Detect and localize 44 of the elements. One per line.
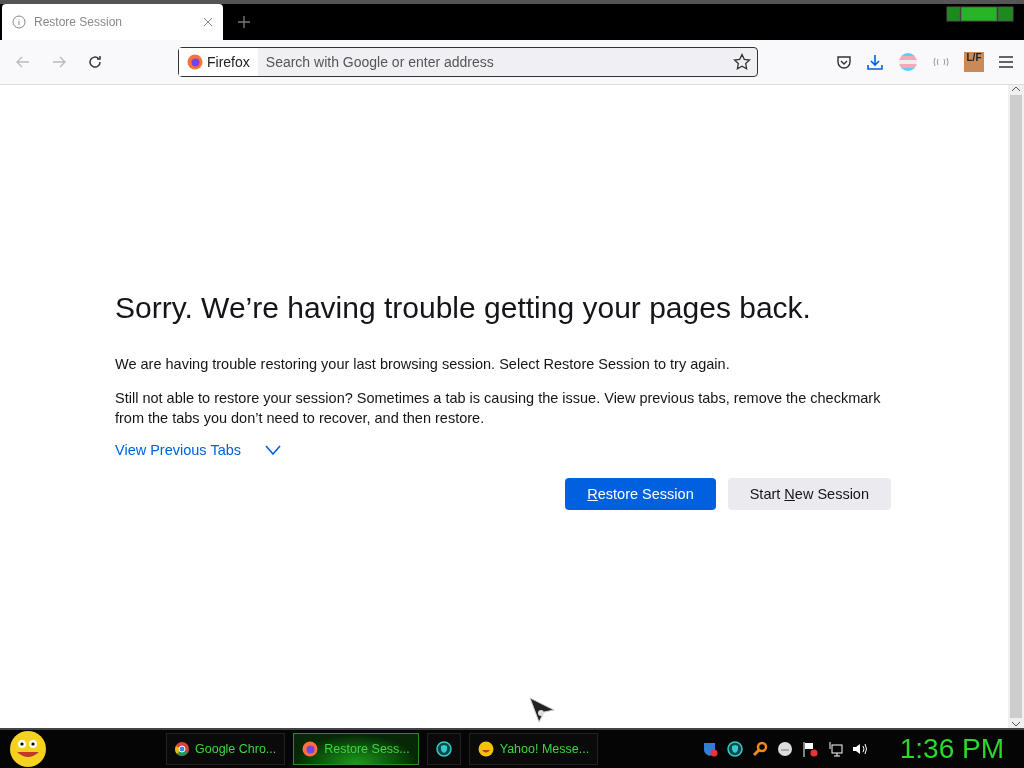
scrollbar[interactable] (1008, 85, 1024, 728)
download-icon[interactable] (866, 53, 884, 71)
info-icon (12, 15, 26, 29)
flag-icon[interactable] (801, 741, 818, 757)
chrome-icon (175, 742, 189, 756)
window-controls-drawing[interactable] (946, 4, 1014, 24)
shield-warning-icon[interactable] (701, 741, 718, 757)
page-paragraph: We are having trouble restoring your last browsing session. Select Restore Session to try again. (115, 355, 731, 374)
address-bar[interactable]: Firefox Search with Google or enter address (178, 47, 758, 77)
star-icon[interactable] (733, 53, 751, 71)
address-field[interactable]: Search with Google or enter address (257, 53, 733, 71)
page-heading: Sorry. We’re having trouble getting your pages back. (115, 290, 812, 326)
taskbar-button[interactable]: Yahoo! Messe... (468, 733, 599, 765)
firefox-icon (187, 54, 203, 70)
speaker-icon[interactable] (851, 741, 868, 757)
taskbar-button[interactable] (426, 733, 461, 765)
face-icon[interactable] (776, 741, 793, 757)
magnifier-icon[interactable] (751, 741, 768, 757)
scroll-up-icon[interactable] (1011, 85, 1021, 93)
extension-badge[interactable]: L/F (964, 52, 984, 72)
pocket-icon[interactable] (836, 54, 852, 70)
smiley-icon (477, 741, 494, 757)
identity-label[interactable]: Firefox (179, 48, 258, 76)
chevron-icon (265, 445, 281, 455)
clock[interactable]: 1:36 PM (899, 733, 1004, 765)
page-paragraph: Still not able to restore your session? Sometimes a tab is causing the issue. View previous tabs, remove the checkmark from the tabs you don’t need to recover, and then restore. (115, 389, 882, 428)
tab-title: Restore Session (34, 15, 124, 29)
shield-icon[interactable] (726, 741, 743, 757)
menu-icon[interactable] (998, 55, 1014, 69)
shield-icon (435, 741, 452, 757)
taskbar-button[interactable]: Google Chro... (166, 733, 286, 765)
browser-tab[interactable]: Restore Session (2, 4, 223, 40)
close-icon[interactable] (203, 17, 213, 27)
view-previous-tabs-toggle[interactable]: View Previous Tabs (115, 442, 281, 458)
restore-button[interactable]: Restore Session (565, 478, 716, 510)
firefox-icon (302, 741, 319, 757)
reload-icon[interactable] (87, 54, 103, 70)
network-icon[interactable] (826, 741, 843, 757)
scroll-down-icon[interactable] (1011, 720, 1021, 728)
new-tab-icon[interactable] (237, 15, 251, 29)
taskbar-button[interactable]: Restore Sess... (293, 733, 419, 765)
cursor-icon (528, 697, 556, 725)
start-smiley-icon[interactable] (8, 730, 48, 768)
new-session-button[interactable]: Start New Session (727, 478, 891, 510)
